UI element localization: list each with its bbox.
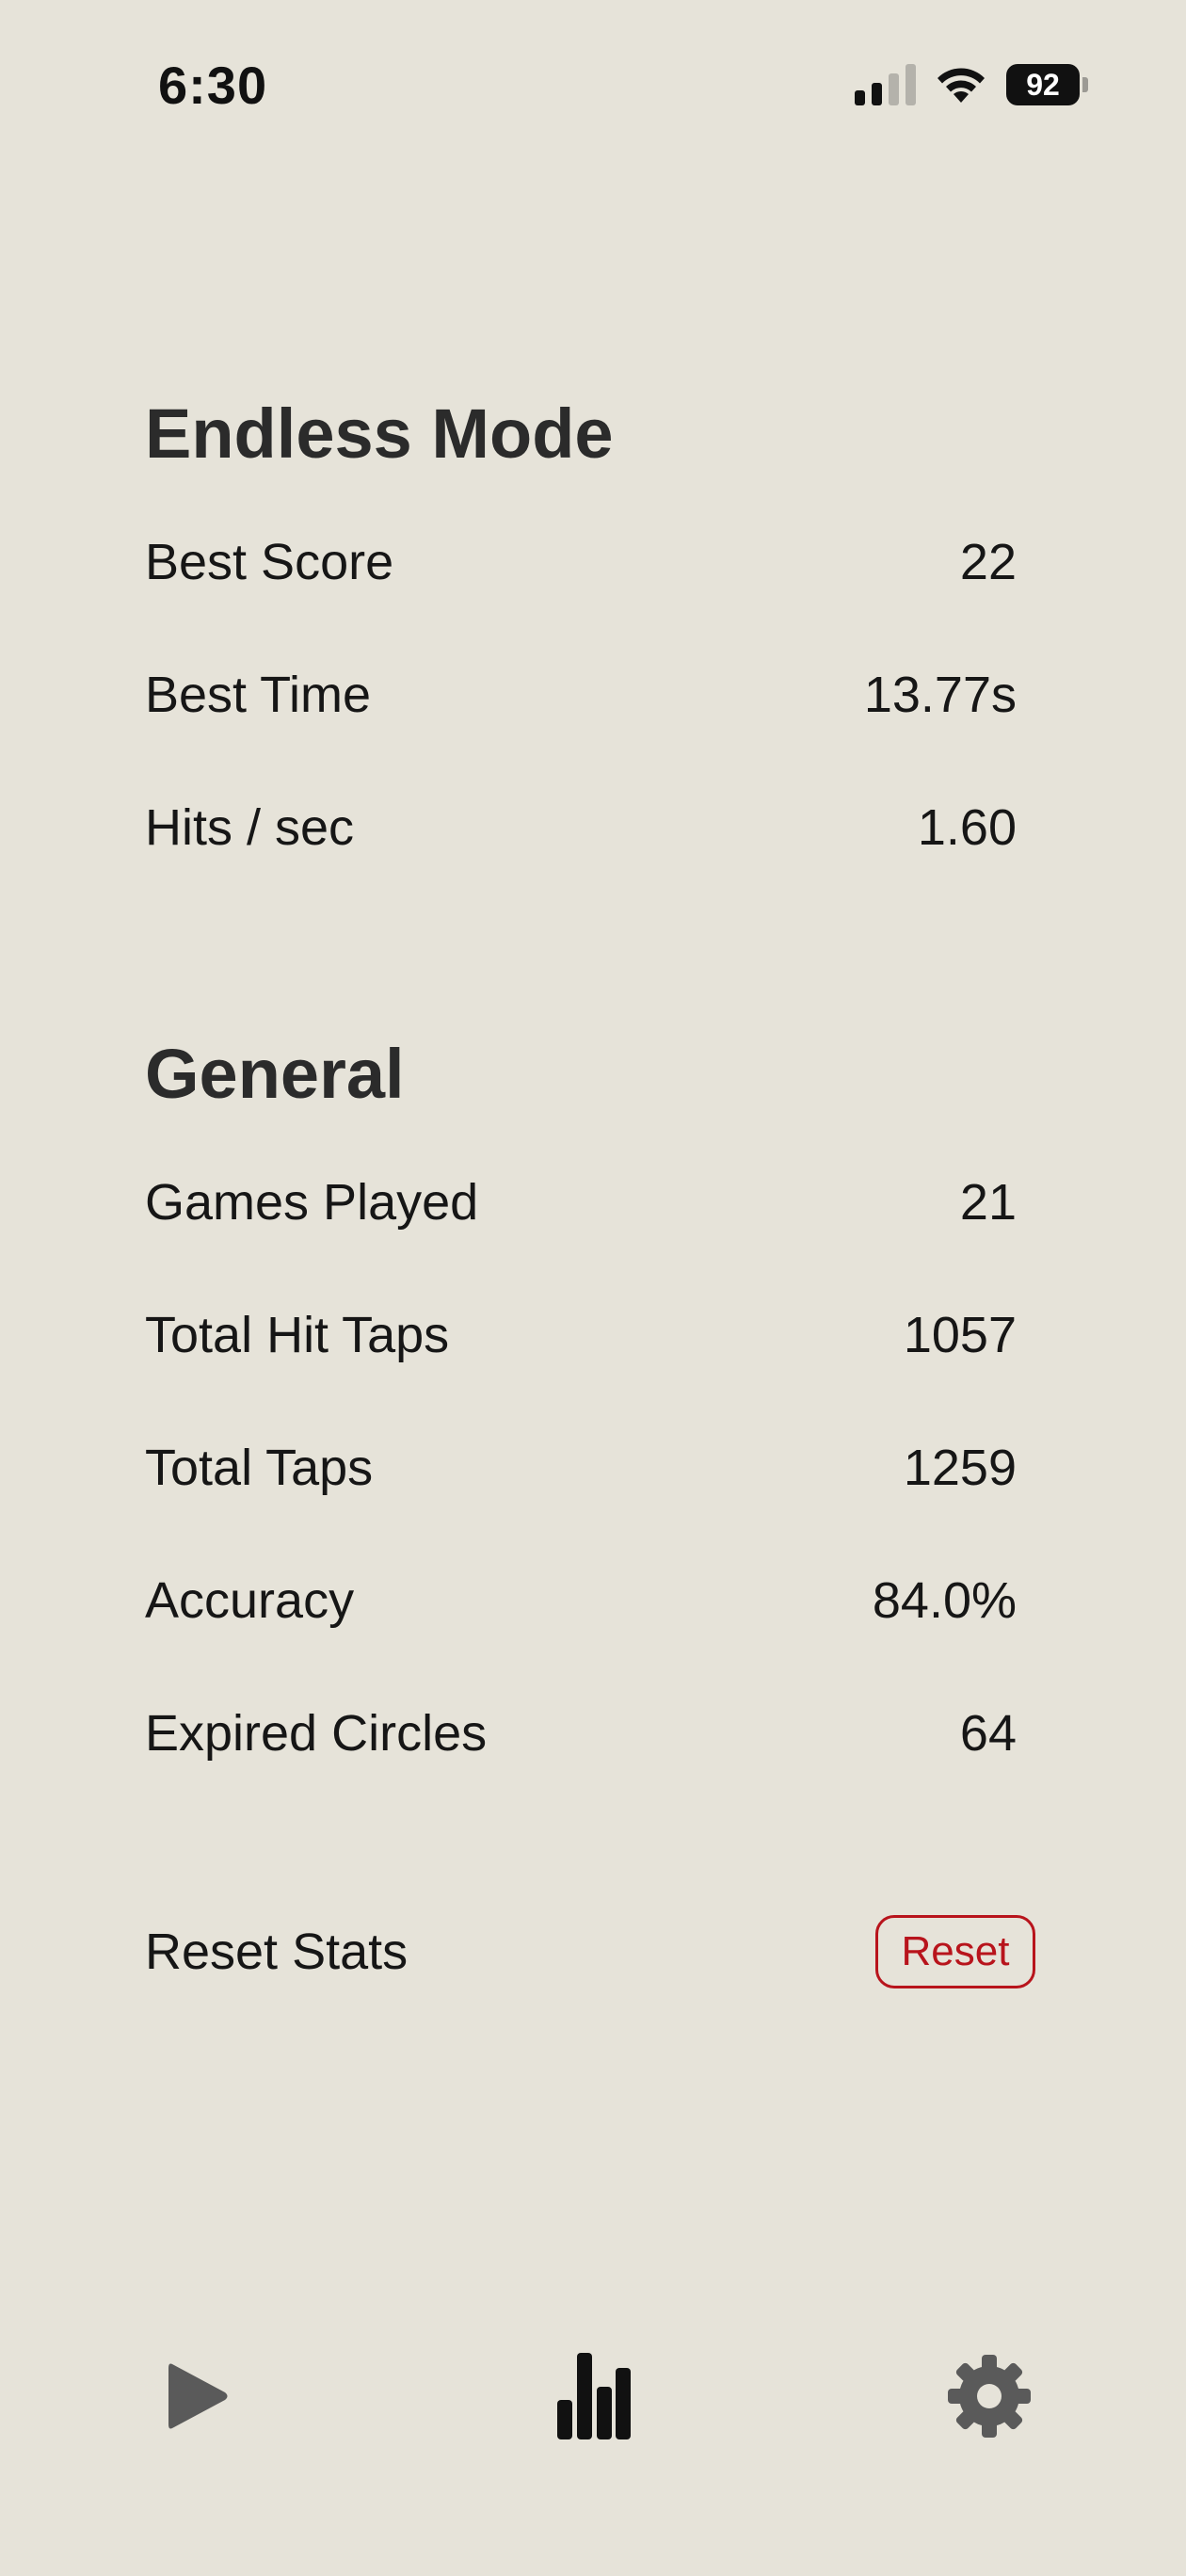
tab-stats[interactable] — [542, 2344, 646, 2448]
tab-settings[interactable] — [938, 2344, 1041, 2448]
stat-label: Expired Circles — [145, 1705, 488, 1762]
battery-level: 92 — [1006, 64, 1080, 105]
reset-button[interactable]: Reset — [875, 1915, 1035, 1988]
gear-icon — [948, 2355, 1031, 2438]
status-bar: 6:30 92 — [0, 0, 1186, 179]
stats-screen: 6:30 92 Endless Mode Best Score 22 Best — [0, 0, 1186, 2576]
stat-row-best-time: Best Time 13.77s — [145, 657, 1017, 733]
stat-row-hits-per-sec: Hits / sec 1.60 — [145, 790, 1017, 865]
stat-row-best-score: Best Score 22 — [145, 524, 1017, 600]
stat-value: 22 — [959, 534, 1017, 590]
wifi-icon — [935, 65, 987, 105]
stat-value: 1.60 — [917, 799, 1017, 856]
reset-stats-row: Reset Stats Reset — [145, 1914, 1035, 1989]
bar-chart-icon — [557, 2353, 631, 2439]
stat-row-expired-circles: Expired Circles 64 — [145, 1696, 1017, 1771]
tab-play[interactable] — [147, 2344, 250, 2448]
cellular-signal-icon — [855, 64, 916, 105]
stat-label: Best Score — [145, 534, 394, 590]
stat-label: Total Taps — [145, 1440, 374, 1496]
stat-label: Hits / sec — [145, 799, 355, 856]
tab-bar — [0, 2344, 1186, 2457]
battery-icon: 92 — [1006, 64, 1088, 105]
reset-stats-label: Reset Stats — [145, 1924, 409, 1980]
status-icons: 92 — [855, 64, 1088, 105]
stat-row-total-taps: Total Taps 1259 — [145, 1430, 1017, 1505]
endless-mode-title: Endless Mode — [145, 394, 614, 473]
stat-label: Games Played — [145, 1174, 479, 1231]
stat-value: 1057 — [903, 1307, 1017, 1363]
general-title: General — [145, 1035, 405, 1113]
stat-row-total-hit-taps: Total Hit Taps 1057 — [145, 1297, 1017, 1373]
status-time: 6:30 — [158, 56, 268, 115]
stat-label: Accuracy — [145, 1572, 355, 1629]
stat-value: 64 — [959, 1705, 1017, 1762]
stat-label: Best Time — [145, 667, 372, 723]
stat-value: 84.0% — [872, 1572, 1017, 1629]
stat-value: 1259 — [903, 1440, 1017, 1496]
play-icon — [168, 2363, 228, 2429]
stat-row-accuracy: Accuracy 84.0% — [145, 1563, 1017, 1638]
stat-value: 13.77s — [863, 667, 1017, 723]
stat-row-games-played: Games Played 21 — [145, 1165, 1017, 1240]
stat-label: Total Hit Taps — [145, 1307, 450, 1363]
stat-value: 21 — [959, 1174, 1017, 1231]
